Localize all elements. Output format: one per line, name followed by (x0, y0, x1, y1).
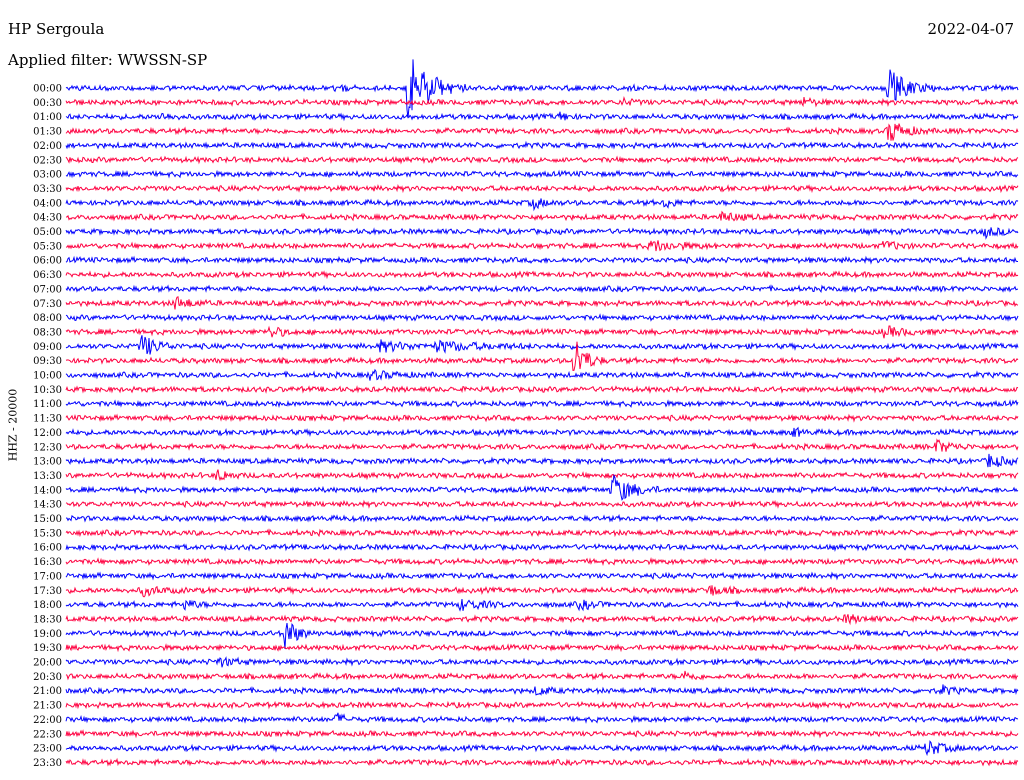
time-label: 04:30 (33, 213, 62, 224)
time-label: 13:00 (33, 457, 62, 468)
time-label: 19:30 (33, 643, 62, 654)
time-label: 17:00 (33, 571, 62, 582)
trace-row (65, 453, 1019, 468)
time-label: 13:30 (33, 471, 62, 482)
time-label: 03:30 (33, 184, 62, 195)
trace-row (65, 385, 1019, 395)
trace-group (65, 59, 1019, 767)
trace-row (65, 623, 1019, 649)
trace-row (65, 599, 1019, 612)
time-label: 14:00 (33, 485, 62, 496)
trace-row (65, 740, 1019, 757)
trace-row (65, 140, 1019, 150)
trace-row (65, 183, 1019, 194)
trace-row (65, 499, 1019, 509)
trace-row (65, 255, 1018, 265)
time-label: 10:30 (33, 385, 62, 396)
time-label: 22:00 (33, 715, 62, 726)
time-label: 04:00 (33, 198, 62, 209)
trace-row (65, 111, 1019, 122)
trace-row (65, 227, 1019, 240)
time-label: 09:30 (33, 356, 62, 367)
time-label: 01:30 (33, 127, 62, 138)
trace-row (66, 210, 1019, 222)
time-label: 17:30 (33, 586, 62, 597)
seismogram-plot: 00:00 00:30 01:00 01:30 02:00 02:30 03:00 03:30… (33, 59, 1019, 769)
time-label: 20:30 (33, 672, 62, 683)
time-label: 01:00 (33, 112, 62, 123)
trace-row (65, 123, 1019, 141)
time-label: 06:30 (33, 270, 62, 281)
time-label: 22:30 (33, 729, 62, 740)
time-label: 03:00 (33, 170, 62, 181)
trace-row (65, 656, 1019, 668)
time-label: 21:00 (33, 686, 62, 697)
trace-row (65, 368, 1019, 381)
trace-row (65, 684, 1019, 696)
time-label: 10:00 (33, 371, 62, 382)
time-label: 15:30 (33, 528, 62, 539)
trace-row (65, 585, 1019, 598)
time-label: 07:00 (33, 284, 62, 295)
time-label: 20:00 (33, 658, 62, 669)
time-label: 02:00 (33, 141, 62, 152)
time-label: 23:00 (33, 744, 62, 755)
trace-row (65, 426, 1019, 438)
time-label: 11:30 (33, 414, 62, 425)
trace-row (65, 757, 1019, 767)
trace-row (65, 325, 1019, 339)
trace-row (65, 542, 1019, 552)
trace-row (65, 614, 1019, 626)
trace-row (65, 712, 1019, 724)
time-label: 08:30 (33, 327, 62, 338)
trace-row (65, 96, 1019, 108)
time-label: 07:30 (33, 299, 62, 310)
trace-row (65, 59, 1019, 119)
time-label: 19:00 (33, 629, 62, 640)
trace-row (65, 198, 1019, 212)
time-label: 14:30 (33, 500, 62, 511)
time-label: 15:00 (33, 514, 62, 525)
time-label: 05:30 (33, 241, 62, 252)
trace-row (65, 700, 1019, 710)
trace-row (65, 528, 1019, 538)
time-label: 16:00 (33, 543, 62, 554)
time-label: 21:30 (33, 701, 62, 712)
trace-row (65, 473, 1019, 501)
time-label: 00:00 (33, 84, 62, 95)
time-label: 18:00 (33, 600, 62, 611)
trace-row (65, 335, 1019, 355)
time-label: 23:30 (33, 758, 62, 769)
time-label: 02:30 (33, 155, 62, 166)
time-labels: 00:00 00:30 01:00 01:30 02:00 02:30 03:00 03:30… (33, 84, 62, 769)
time-label: 12:30 (33, 442, 62, 453)
time-label: 16:30 (33, 557, 62, 568)
trace-row (65, 729, 1019, 739)
time-label: 06:00 (33, 256, 62, 267)
trace-row (65, 284, 1019, 294)
trace-row (65, 670, 1019, 681)
trace-row (65, 643, 1019, 653)
trace-row (65, 557, 1019, 567)
time-label: 11:00 (33, 399, 62, 410)
trace-row (65, 469, 1019, 482)
time-label: 09:00 (33, 342, 62, 353)
trace-row (65, 270, 1019, 280)
time-label: 05:00 (33, 227, 62, 238)
time-label: 12:00 (33, 428, 62, 439)
trace-row (65, 413, 1019, 423)
trace-row (65, 399, 1019, 409)
trace-row (65, 169, 1019, 179)
trace-row (65, 155, 1019, 165)
time-label: 00:30 (33, 98, 62, 109)
trace-row (65, 296, 1019, 310)
time-label: 08:00 (33, 313, 62, 324)
trace-row (65, 240, 1019, 252)
trace-row (65, 313, 1019, 323)
time-label: 18:30 (33, 614, 62, 625)
trace-row (65, 571, 1019, 581)
trace-row (65, 513, 1019, 523)
trace-row (65, 438, 1019, 452)
